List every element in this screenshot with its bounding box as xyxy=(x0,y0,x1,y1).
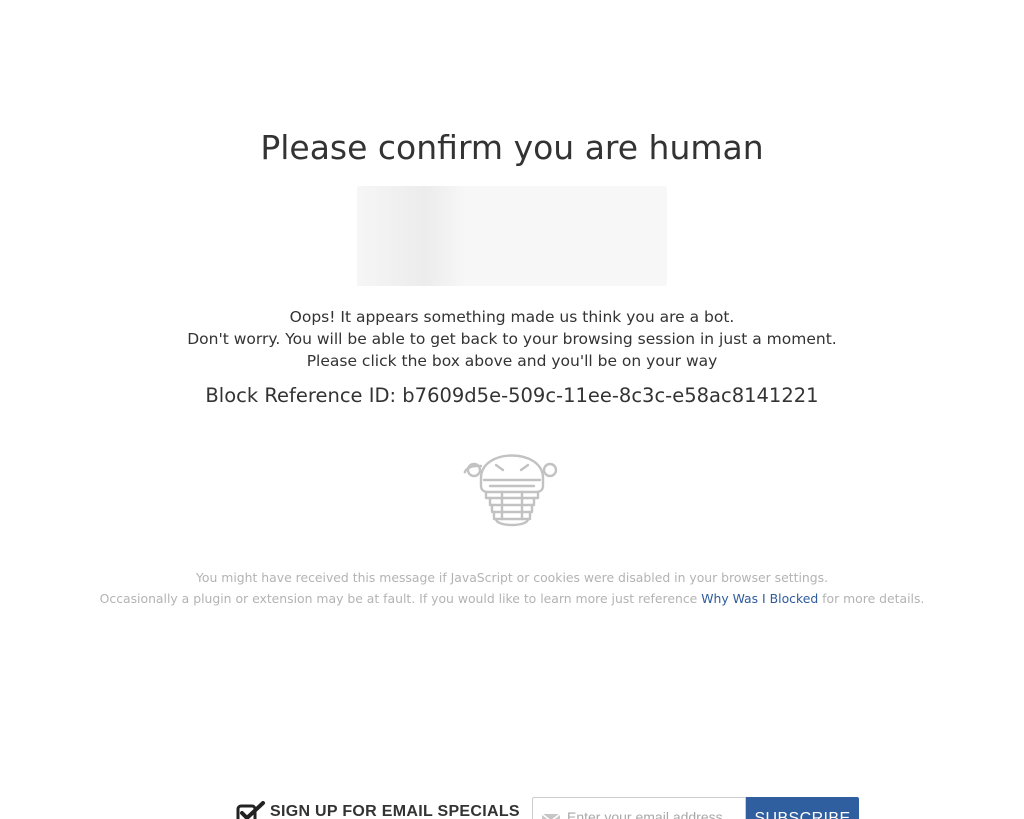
signup-label: SIGN UP FOR EMAIL SPECIALS xyxy=(270,803,520,819)
footnote-text-end: for more details. xyxy=(818,591,925,606)
message-line-1: Oops! It appears something made us think… xyxy=(289,308,735,326)
bot-message: Oops! It appears something made us think… xyxy=(0,306,1024,372)
footnote-text: Occasionally a plugin or extension may b… xyxy=(99,591,702,606)
checkmark-icon xyxy=(236,801,266,819)
footnote-line-2: Occasionally a plugin or extension may b… xyxy=(0,588,1024,609)
message-line-2: Don't worry. You will be able to get bac… xyxy=(187,330,837,348)
footnote-line-1: You might have received this message if … xyxy=(195,570,829,585)
email-signup-bar: SIGN UP FOR EMAIL SPECIALS SUBSCRIBE xyxy=(0,797,1024,819)
robot-icon xyxy=(462,428,562,532)
email-input[interactable] xyxy=(567,807,739,819)
block-page: Please confirm you are human Oops! It ap… xyxy=(0,0,1024,819)
envelope-icon xyxy=(541,811,561,819)
captcha-box[interactable] xyxy=(357,186,667,286)
signup-heading: SIGN UP FOR EMAIL SPECIALS xyxy=(236,801,520,819)
email-field-wrapper xyxy=(532,797,746,819)
why-blocked-link[interactable]: Why Was I Blocked xyxy=(701,591,818,606)
footnote: You might have received this message if … xyxy=(0,567,1024,609)
page-title: Please confirm you are human xyxy=(260,128,764,167)
subscribe-button[interactable]: SUBSCRIBE xyxy=(746,797,859,819)
message-line-3: Please click the box above and you'll be… xyxy=(306,352,718,370)
block-reference-id: Block Reference ID: b7609d5e-509c-11ee-8… xyxy=(205,384,819,407)
